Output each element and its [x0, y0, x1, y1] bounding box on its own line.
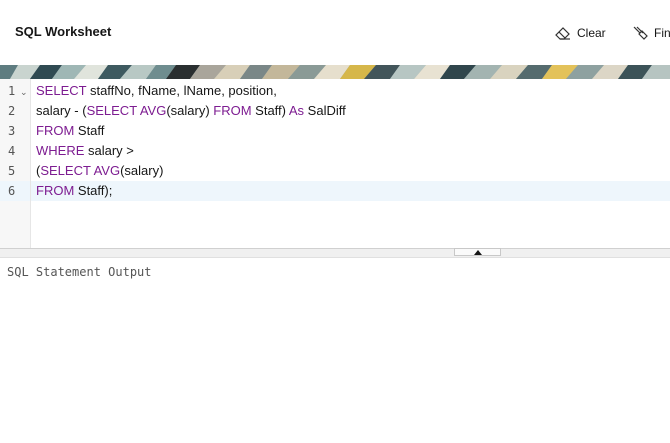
find-icon	[633, 26, 648, 40]
sql-keyword: AVG	[93, 163, 121, 178]
pane-splitter[interactable]	[0, 248, 670, 258]
find-button[interactable]: Fin	[632, 24, 670, 42]
code-text: Staff);	[74, 183, 113, 198]
eraser-icon	[555, 27, 570, 40]
sql-keyword: SELECT	[36, 83, 87, 98]
sql-editor[interactable]: 1 2 3 4 5 6 ⌄ SELECT staffNo, fName, lNa…	[0, 79, 670, 248]
triangle-up-icon	[473, 249, 482, 255]
line-number-gutter: 1 2 3 4 5 6 ⌄	[0, 79, 31, 248]
code-text: Staff)	[251, 103, 289, 118]
splitter-handle[interactable]	[454, 248, 501, 256]
sql-keyword: As	[288, 103, 305, 118]
sql-keyword: AVG	[139, 103, 167, 118]
sql-keyword: FROM	[36, 183, 75, 198]
sql-keyword: FROM	[36, 123, 75, 138]
code-text: (salary)	[166, 103, 214, 118]
code-text: SalDiff	[304, 103, 346, 118]
code-text: (salary)	[120, 163, 164, 178]
code-line[interactable]: FROM Staff);	[31, 181, 670, 201]
sql-keyword: WHERE	[36, 143, 85, 158]
code-line[interactable]: FROM Staff	[31, 121, 670, 141]
sql-keyword: SELECT	[86, 103, 137, 118]
find-label: Fin	[654, 26, 670, 40]
code-line[interactable]: (SELECT AVG(salary)	[31, 161, 670, 181]
line-number: 2	[8, 104, 16, 118]
line-number: 5	[8, 164, 16, 178]
sql-keyword: SELECT	[40, 163, 91, 178]
code-line[interactable]: salary - (SELECT AVG(salary) FROM Staff)…	[31, 101, 670, 121]
code-text: staffNo, fName, lName, position,	[86, 83, 277, 98]
code-line[interactable]: SELECT staffNo, fName, lName, position,	[31, 81, 670, 101]
line-number: 3	[8, 124, 16, 138]
code-text: salary - (	[36, 103, 87, 118]
chevron-down-icon[interactable]: ⌄	[20, 87, 28, 98]
decorative-banner	[0, 65, 670, 79]
sql-keyword: FROM	[213, 103, 252, 118]
clear-label: Clear	[577, 26, 606, 40]
output-label: SQL Statement Output	[7, 265, 152, 279]
clear-button[interactable]: Clear	[555, 24, 606, 42]
line-number: 4	[8, 144, 16, 158]
code-area[interactable]: SELECT staffNo, fName, lName, position, s…	[31, 79, 670, 248]
page-title: SQL Worksheet	[15, 24, 112, 39]
code-line[interactable]: WHERE salary >	[31, 141, 670, 161]
code-text: salary >	[84, 143, 134, 158]
line-number: 6	[0, 181, 30, 201]
code-text: Staff	[74, 123, 105, 138]
worksheet-header: SQL Worksheet Clear Fin	[0, 0, 670, 66]
